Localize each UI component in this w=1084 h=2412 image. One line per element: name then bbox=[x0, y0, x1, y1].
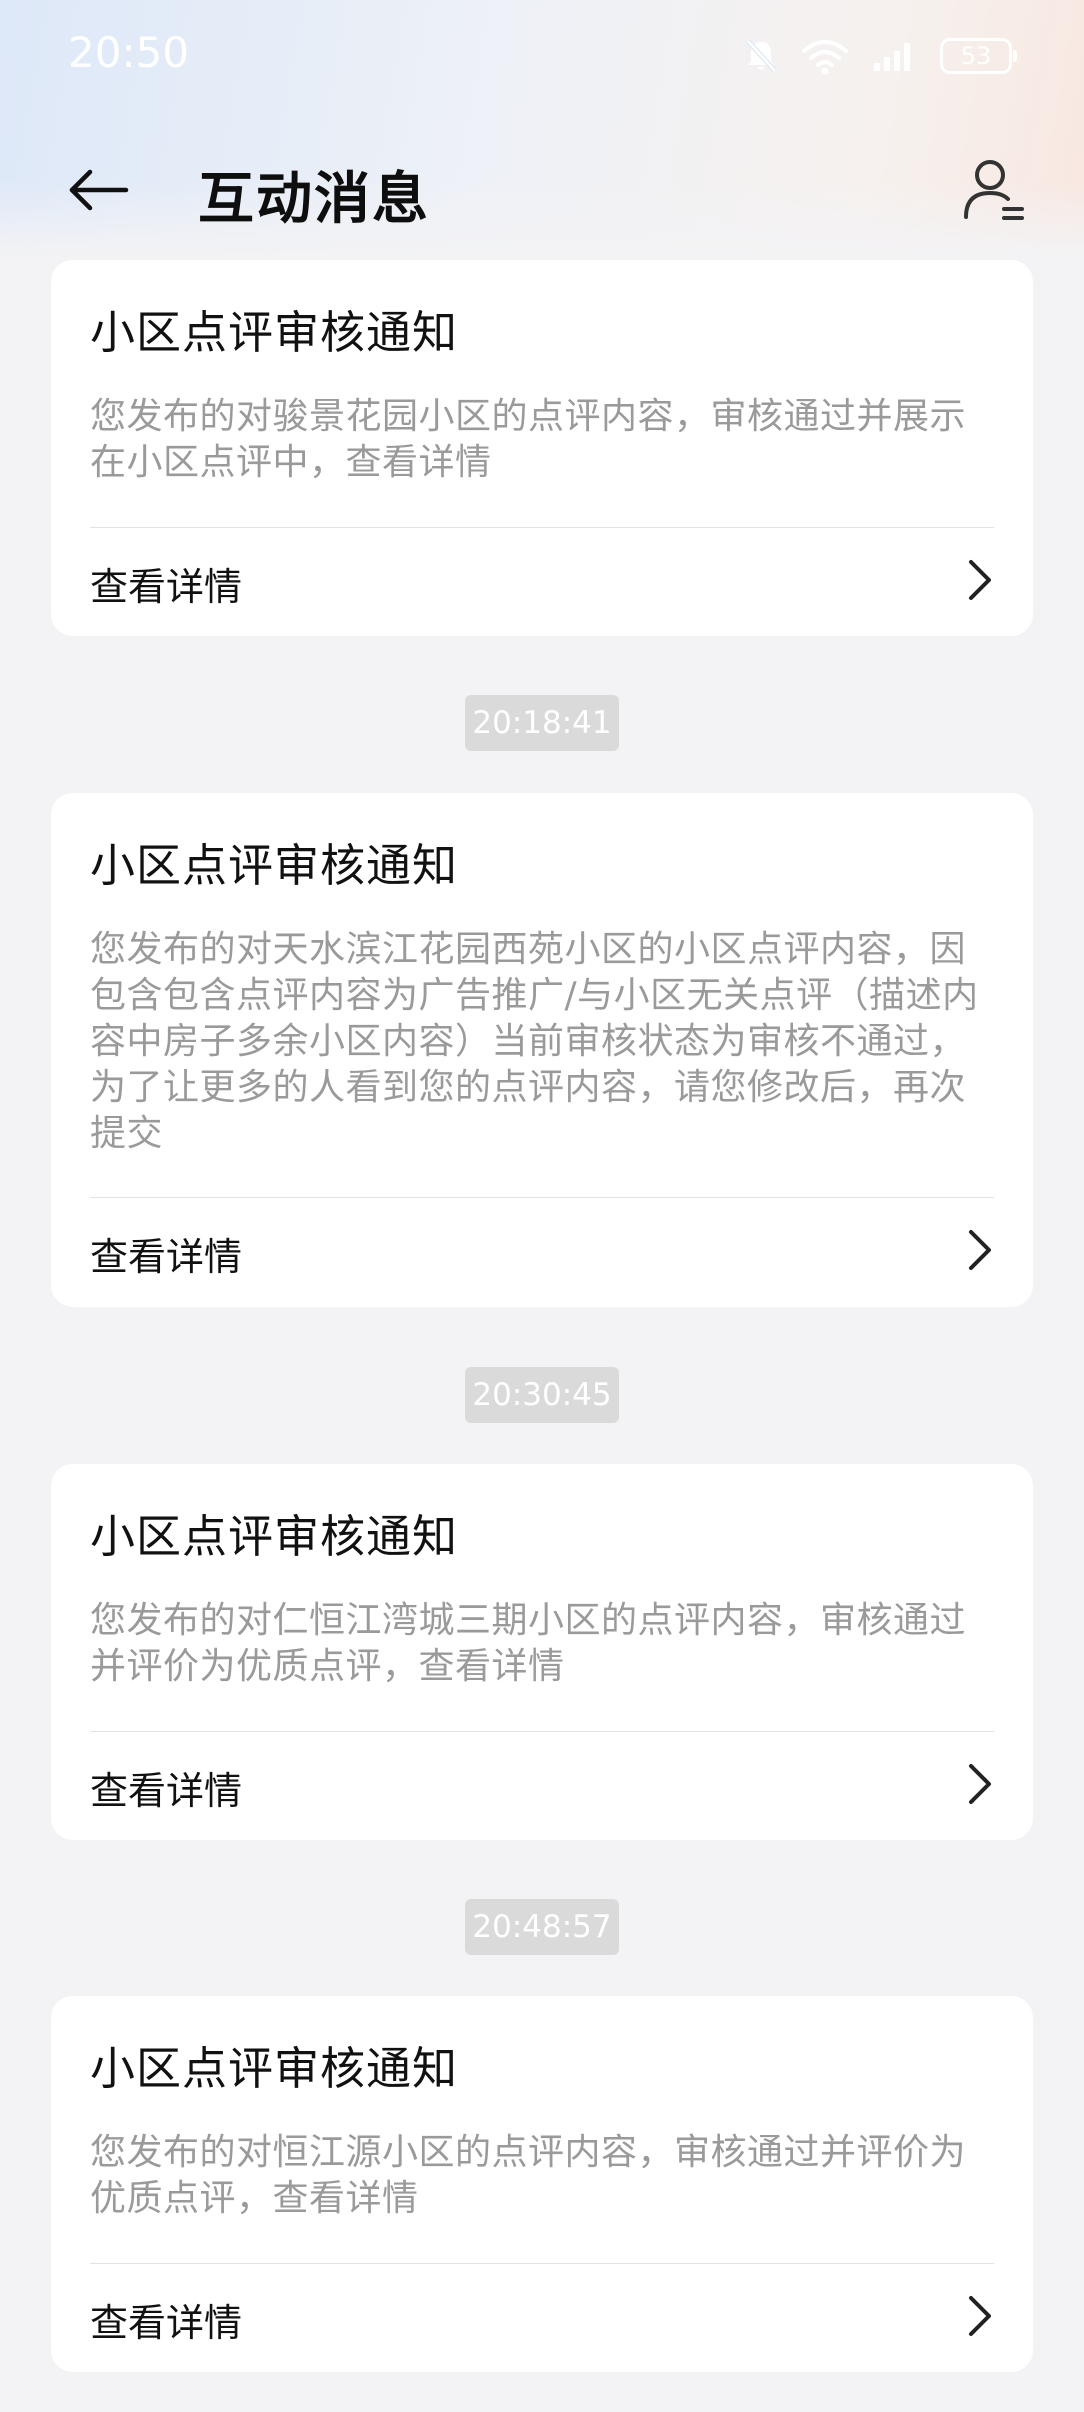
message-body: 您发布的对天水滨江花园西苑小区的小区点评内容，因包含包含点评内容为广告推广/与小… bbox=[90, 929, 979, 1154]
signal-icon bbox=[872, 39, 918, 73]
chevron-right-icon bbox=[959, 1762, 999, 1806]
back-button[interactable] bbox=[58, 156, 138, 228]
message-card: 小区点评审核通知 您发布的对恒江源小区的点评内容，审核通过并评价为优质点评，查看… bbox=[51, 1996, 1033, 2372]
message-body: 您发布的对仁恒江湾城三期小区的点评内容，审核通过并评价为优质点评，查看详情 bbox=[90, 1600, 967, 1687]
user-settings-icon bbox=[962, 157, 1026, 227]
chevron-right-icon bbox=[959, 2294, 999, 2338]
arrow-left-icon bbox=[66, 168, 130, 216]
message-body: 您发布的对恒江源小区的点评内容，审核通过并评价为优质点评，查看详情 bbox=[90, 2132, 967, 2219]
status-icons: 53 bbox=[744, 34, 1017, 78]
wifi-icon bbox=[800, 37, 850, 75]
view-details-label: 查看详情 bbox=[90, 1769, 243, 1813]
view-details-row[interactable]: 查看详情 bbox=[51, 1198, 1033, 1298]
chevron-right-icon bbox=[959, 1228, 999, 1272]
page-title: 互动消息 bbox=[198, 167, 430, 232]
battery-icon: 53 bbox=[940, 38, 1017, 74]
nav-bar: 互动消息 bbox=[0, 140, 1084, 240]
view-details-row[interactable]: 查看详情 bbox=[51, 528, 1033, 628]
view-details-label: 查看详情 bbox=[90, 565, 243, 609]
battery-level: 53 bbox=[960, 42, 992, 70]
timestamp-badge: 20:48:57 bbox=[465, 1899, 619, 1955]
bell-muted-icon bbox=[744, 38, 778, 74]
message-body: 您发布的对骏景花园小区的点评内容，审核通过并展示在小区点评中，查看详情 bbox=[90, 396, 967, 483]
chevron-right-icon bbox=[959, 558, 999, 602]
status-bar: 20:50 53 bbox=[0, 0, 1084, 110]
message-title: 小区点评审核通知 bbox=[90, 839, 459, 892]
message-title: 小区点评审核通知 bbox=[90, 1510, 459, 1563]
status-time: 20:50 bbox=[68, 28, 190, 77]
view-details-row[interactable]: 查看详情 bbox=[51, 1732, 1033, 1832]
view-details-label: 查看详情 bbox=[90, 1235, 243, 1279]
view-details-row[interactable]: 查看详情 bbox=[51, 2264, 1033, 2364]
timestamp-badge: 20:30:45 bbox=[465, 1367, 619, 1423]
message-card: 小区点评审核通知 您发布的对骏景花园小区的点评内容，审核通过并展示在小区点评中，… bbox=[51, 260, 1033, 636]
profile-button[interactable] bbox=[954, 152, 1034, 232]
message-card: 小区点评审核通知 您发布的对天水滨江花园西苑小区的小区点评内容，因包含包含点评内… bbox=[51, 793, 1033, 1307]
message-title: 小区点评审核通知 bbox=[90, 2042, 459, 2095]
message-title: 小区点评审核通知 bbox=[90, 306, 459, 359]
timestamp-badge: 20:18:41 bbox=[465, 695, 619, 751]
view-details-label: 查看详情 bbox=[90, 2301, 243, 2345]
message-card: 小区点评审核通知 您发布的对仁恒江湾城三期小区的点评内容，审核通过并评价为优质点… bbox=[51, 1464, 1033, 1840]
